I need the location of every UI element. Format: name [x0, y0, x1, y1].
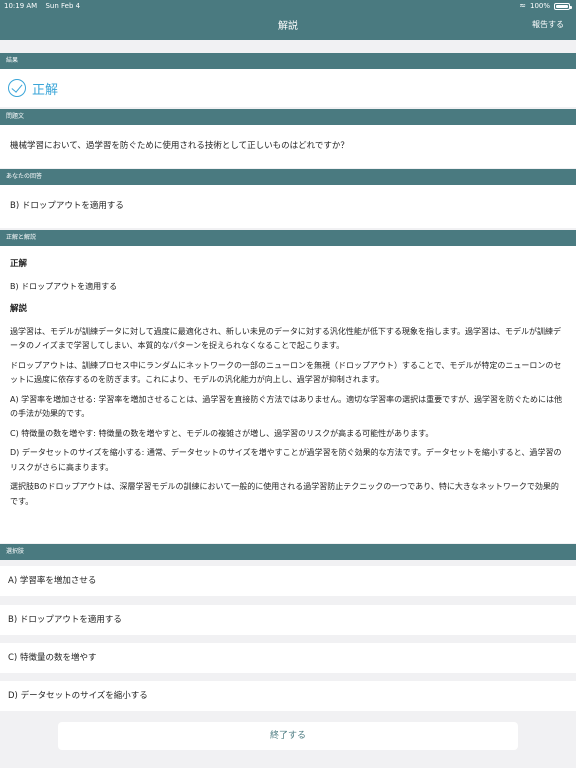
wifi-icon: ≈: [519, 1, 526, 10]
status-right: ≈ 100%: [519, 0, 572, 12]
your-answer-text: B) ドロップアウトを適用する: [10, 201, 124, 211]
explanation-body: 正解 B) ドロップアウトを適用する 解説 過学習は、モデルが訓練データに対して…: [0, 246, 576, 509]
explanation-panel: 正解 B) ドロップアウトを適用する 解説 過学習は、モデルが訓練データに対して…: [0, 246, 576, 543]
report-button[interactable]: 報告する: [532, 19, 564, 30]
explanation-paragraph: ドロップアウトは、訓練プロセス中にランダムにネットワークの一部のニューロンを無視…: [10, 360, 562, 385]
explanation-paragraph: D) データセットのサイズを縮小する: 通常、データセットのサイズを増やすことが…: [10, 448, 562, 472]
page-title: 解説: [278, 21, 298, 32]
question-text: 機械学習において、過学習を防ぐために使用される技術として正しいものはどれですか？: [10, 141, 349, 151]
result-text: 正解: [32, 82, 59, 98]
status-bar: 10:19 AM Sun Feb 4 ≈ 100%: [0, 0, 576, 12]
correct-heading: 正解: [10, 259, 28, 269]
status-left: 10:19 AM Sun Feb 4: [4, 0, 86, 12]
explanation-heading: 解説: [10, 304, 28, 314]
choice-d[interactable]: D) データセットのサイズを縮小する: [0, 681, 576, 711]
section-header-result: 結果: [0, 53, 576, 69]
explanation-paragraph: 選択肢Bのドロップアウトは、深層学習モデルの訓練において一般的に使用される過学習…: [10, 482, 559, 506]
choice-c[interactable]: C) 特徴量の数を増やす: [0, 643, 576, 673]
section-header-question: 問題文: [0, 109, 576, 125]
finish-button[interactable]: 終了する: [58, 722, 518, 750]
battery-percent: 100%: [529, 2, 550, 10]
section-header-choices: 選択肢: [0, 544, 576, 560]
battery-icon: [554, 2, 572, 10]
choice-b[interactable]: B) ドロップアウトを適用する: [0, 605, 576, 635]
check-circle-icon: [8, 79, 26, 97]
explanation-paragraph: 過学習は、モデルが訓練データに対して過度に最適化され、新しい未見のデータに対する…: [10, 326, 562, 351]
section-header-your-answer: あなたの回答: [0, 169, 576, 185]
section-header-explanation: 正解と解説: [0, 230, 576, 246]
explanation-paragraph: A) 学習率を増加させる: 学習率を増加させることは、過学習を直接防ぐ方法ではあ…: [10, 394, 562, 419]
status-date: Sun Feb 4: [45, 2, 81, 10]
result-panel: 正解: [0, 69, 576, 107]
result-row: 正解: [0, 69, 576, 107]
your-answer-panel: B) ドロップアウトを適用する: [0, 185, 576, 228]
question-panel: 機械学習において、過学習を防ぐために使用される技術として正しいものはどれですか？: [0, 125, 576, 168]
nav-header: 10:19 AM Sun Feb 4 ≈ 100% 解説 報告する: [0, 0, 576, 40]
choice-a[interactable]: A) 学習率を増加させる: [0, 566, 576, 596]
correct-answer: B) ドロップアウトを適用する: [10, 281, 118, 291]
status-time: 10:19 AM: [4, 2, 38, 10]
explanation-paragraph: C) 特徴量の数を増やす: 特徴量の数を増やすと、モデルの複雑さが増し、過学習の…: [10, 428, 434, 438]
